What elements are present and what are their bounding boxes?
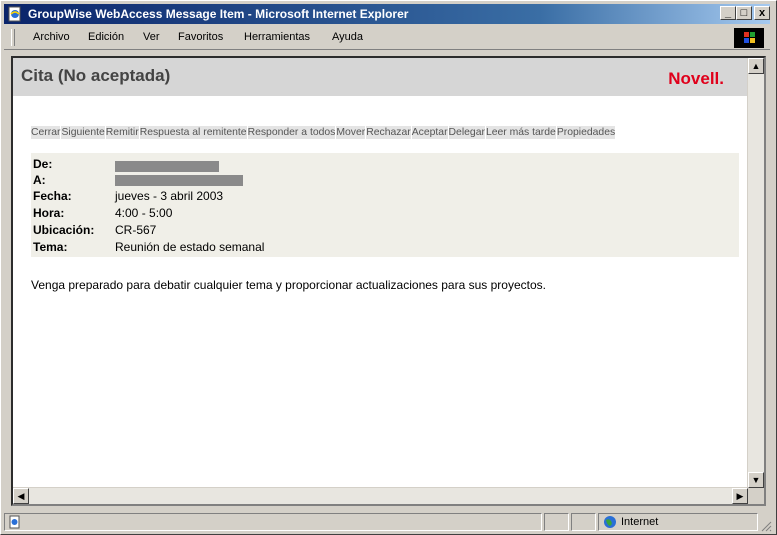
- minimize-button[interactable]: _: [720, 6, 736, 20]
- close-button[interactable]: x: [754, 6, 770, 20]
- horizontal-scrollbar[interactable]: ◀ ▶: [13, 487, 748, 504]
- menu-bar: Archivo Edición Ver Favoritos Herramient…: [4, 27, 770, 50]
- page-viewport[interactable]: Cita (No aceptada) Novell. CerrarSiguien…: [11, 56, 766, 506]
- from-label: De:: [33, 157, 53, 171]
- ie-page-status-icon: [9, 515, 20, 529]
- globe-icon: [604, 516, 616, 528]
- date-label: Fecha:: [33, 189, 72, 203]
- to-label: A:: [33, 173, 46, 187]
- status-bar: Internet: [4, 513, 772, 532]
- scroll-right-arrow-icon[interactable]: ▶: [732, 488, 748, 504]
- cerrar-button[interactable]: Cerrar: [31, 126, 61, 139]
- message-fields: De: A: Fecha: jueves - 3 abril 2003 Hora…: [31, 153, 739, 257]
- menubar-grip[interactable]: [11, 29, 15, 46]
- menu-edicion[interactable]: Edición: [88, 31, 124, 43]
- page-title: Cita (No aceptada): [21, 66, 171, 85]
- menu-ayuda[interactable]: Ayuda: [332, 31, 363, 43]
- maximize-button[interactable]: □: [736, 6, 752, 20]
- place-value: CR-567: [115, 223, 157, 237]
- menu-favoritos[interactable]: Favoritos: [178, 31, 223, 43]
- zone-label: Internet: [621, 516, 659, 528]
- status-pane-3: [571, 513, 596, 531]
- message-header: Cita (No aceptada) Novell.: [13, 58, 750, 96]
- leer-mas-tarde-button[interactable]: Leer más tarde: [485, 126, 556, 139]
- subject-value: Reunión de estado semanal: [115, 240, 265, 254]
- propiedades-button[interactable]: Propiedades: [556, 126, 616, 139]
- rechazar-button[interactable]: Rechazar: [366, 126, 411, 139]
- browser-window: GroupWise WebAccess Message Item - Micro…: [0, 0, 777, 535]
- status-pane-2: [544, 513, 569, 531]
- place-label: Ubicación:: [33, 223, 95, 237]
- subject-label: Tema:: [33, 240, 68, 254]
- date-value: jueves - 3 abril 2003: [115, 189, 224, 203]
- responder-todos-button[interactable]: Responder a todos: [247, 126, 336, 139]
- remitir-button[interactable]: Remitir: [105, 126, 139, 139]
- respuesta-remitente-button[interactable]: Respuesta al remitente: [139, 126, 247, 139]
- mover-button[interactable]: Mover: [336, 126, 366, 139]
- time-label: Hora:: [33, 206, 65, 220]
- menu-archivo[interactable]: Archivo: [33, 31, 70, 43]
- vertical-scrollbar[interactable]: ▲ ▼: [747, 58, 764, 488]
- action-toolbar: CerrarSiguienteRemitirRespuesta al remit…: [31, 124, 616, 140]
- ie-page-icon: [8, 6, 21, 22]
- aceptar-button[interactable]: Aceptar: [411, 126, 448, 139]
- redacted-sender: [115, 161, 219, 172]
- status-pane-main: [4, 513, 542, 531]
- menu-herramientas[interactable]: Herramientas: [244, 31, 310, 43]
- scroll-left-arrow-icon[interactable]: ◀: [13, 488, 29, 504]
- scroll-up-arrow-icon[interactable]: ▲: [748, 58, 764, 74]
- scrollbar-corner: [748, 488, 764, 504]
- resize-grip-icon[interactable]: [760, 520, 772, 532]
- message-body: Venga preparado para debatir cualquier t…: [31, 278, 546, 292]
- novell-logo: Novell.: [668, 69, 724, 88]
- delegar-button[interactable]: Delegar: [448, 126, 485, 139]
- windows-logo-icon: [734, 28, 764, 48]
- siguiente-button[interactable]: Siguiente: [61, 126, 105, 139]
- security-zone: Internet: [598, 513, 758, 531]
- scroll-down-arrow-icon[interactable]: ▼: [748, 472, 764, 488]
- window-title: GroupWise WebAccess Message Item - Micro…: [28, 7, 409, 21]
- time-value: 4:00 - 5:00: [115, 206, 173, 220]
- menu-ver[interactable]: Ver: [143, 31, 160, 43]
- title-bar[interactable]: GroupWise WebAccess Message Item - Micro…: [4, 4, 770, 24]
- redacted-recipient: [115, 175, 243, 186]
